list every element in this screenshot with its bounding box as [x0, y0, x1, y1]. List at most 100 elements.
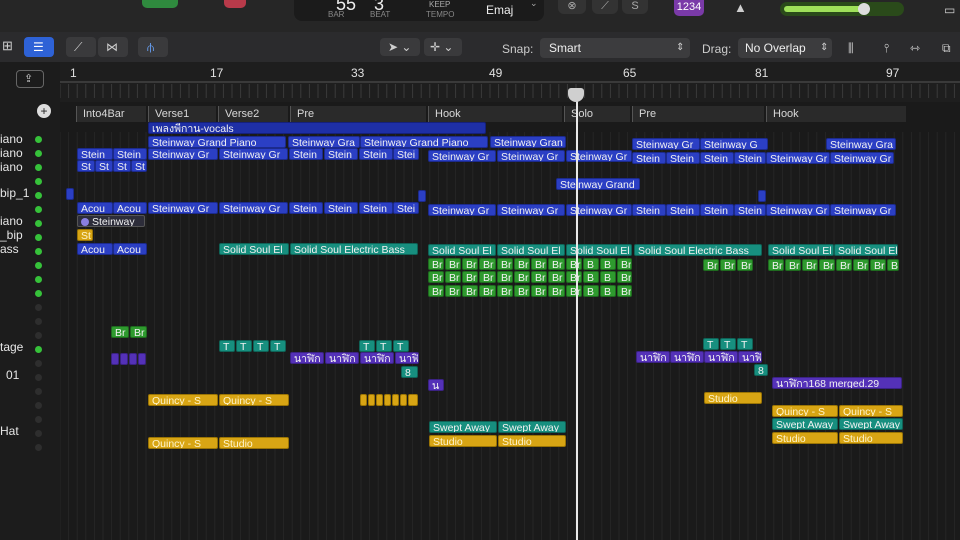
region-quincy-slice[interactable] — [408, 394, 418, 406]
region-piano[interactable]: Steinway Grand — [556, 178, 640, 190]
track-on-led[interactable] — [35, 206, 42, 213]
region-drum[interactable]: Br — [462, 271, 478, 283]
marker[interactable]: Hook — [428, 106, 562, 122]
list-view-button[interactable]: ☰ — [24, 37, 54, 57]
marquee-tool-button[interactable]: ✛ ⌄ — [424, 38, 462, 56]
key-value[interactable]: Emaj — [486, 3, 513, 17]
region-drum[interactable]: Br — [514, 258, 530, 270]
region-stage[interactable]: T — [720, 338, 736, 350]
flex-button[interactable]: ⋈ — [98, 37, 128, 57]
track-off-led[interactable] — [35, 444, 42, 451]
track-name[interactable]: iano — [0, 214, 23, 228]
track-on-led[interactable] — [35, 220, 42, 227]
region-piano[interactable]: Steinway Grand Piano — [148, 136, 286, 148]
region-bass[interactable]: Solid Soul Electric Bass — [634, 244, 762, 256]
tuner-button[interactable]: ⟋ — [592, 0, 618, 14]
volume-knob[interactable] — [858, 3, 870, 15]
marker[interactable]: Pre — [290, 106, 426, 122]
region-piano[interactable]: Steinway Gr — [830, 204, 896, 216]
region-piano[interactable]: St — [77, 160, 95, 172]
region-bass[interactable]: Solid Soul El — [768, 244, 834, 256]
track-off-led[interactable] — [35, 430, 42, 437]
region-clock[interactable]: น — [428, 379, 444, 391]
region-drum[interactable]: B — [583, 258, 599, 270]
region-swept[interactable]: Swept Away — [498, 421, 566, 433]
region-piano[interactable]: Stein — [324, 202, 358, 214]
region-piano[interactable]: St — [131, 160, 147, 172]
region-drum[interactable]: Br — [428, 258, 444, 270]
region-drum[interactable]: Br — [445, 271, 461, 283]
region-stage[interactable]: T — [359, 340, 375, 352]
region-bass[interactable]: Solid Soul El — [497, 244, 565, 256]
marker[interactable]: Solo — [564, 106, 630, 122]
tracks-area[interactable] — [60, 102, 960, 540]
track-on-led[interactable] — [35, 262, 42, 269]
region-bass[interactable]: Solid Soul El — [219, 243, 289, 255]
marker[interactable]: Pre — [632, 106, 764, 122]
region-swept[interactable]: Swept Away — [839, 418, 903, 430]
track-off-led[interactable] — [35, 374, 42, 381]
region-quincy[interactable]: Quincy - S — [839, 405, 903, 417]
track-off-led[interactable] — [35, 416, 42, 423]
region-drum[interactable]: Br — [819, 259, 835, 271]
region-drum[interactable]: Br — [130, 326, 147, 338]
region-drum[interactable]: Br — [566, 258, 582, 270]
region-piano[interactable]: Stein — [734, 152, 766, 164]
region-bip[interactable] — [66, 188, 74, 200]
region-stage[interactable]: T — [236, 340, 252, 352]
track-on-led[interactable] — [35, 178, 42, 185]
region-piano[interactable]: Stein — [289, 148, 323, 160]
region-drum[interactable]: B — [583, 285, 599, 297]
region-drum[interactable]: Br — [617, 285, 632, 297]
track-off-led[interactable] — [35, 318, 42, 325]
region-piano[interactable]: Stein — [359, 148, 393, 160]
region-drum[interactable]: B — [600, 258, 616, 270]
track-off-led[interactable] — [35, 304, 42, 311]
region-drum[interactable]: Br — [514, 271, 530, 283]
region-piano[interactable]: Stein — [289, 202, 323, 214]
grid-view-icon[interactable]: ⊞ — [2, 39, 13, 52]
region-piano[interactable]: Acou — [113, 202, 147, 214]
import-button[interactable]: ⇪ — [16, 70, 44, 88]
region-quincy-slice[interactable] — [384, 394, 391, 406]
add-track-button[interactable]: + — [37, 104, 51, 118]
region-piano[interactable]: Stein — [666, 152, 700, 164]
region-quincy-slice[interactable] — [368, 394, 375, 406]
region-piano[interactable]: Acou — [77, 202, 113, 214]
region-piano[interactable]: Stein — [734, 204, 766, 216]
marker[interactable]: Verse1 — [148, 106, 216, 122]
track-name[interactable]: Hat — [0, 424, 19, 438]
region-piano[interactable]: Stein — [632, 152, 666, 164]
track-name[interactable]: _bip — [0, 228, 23, 242]
region-swept[interactable]: Swept Away — [772, 418, 838, 430]
region-drum[interactable]: Br — [497, 271, 513, 283]
track-name[interactable]: tage — [0, 340, 23, 354]
region-piano[interactable]: Steinway Gr — [766, 204, 830, 216]
region-quincy-slice[interactable] — [392, 394, 399, 406]
bar-ruler[interactable] — [60, 62, 960, 102]
snap-select[interactable]: Smart ⇕ — [540, 38, 690, 58]
region-stage[interactable]: T — [219, 340, 235, 352]
region-piano[interactable]: Stein — [700, 204, 734, 216]
region-drum[interactable]: Br — [802, 259, 818, 271]
region-clock[interactable]: นาฬิก — [704, 351, 738, 363]
marker[interactable]: Into4Bar — [76, 106, 146, 122]
region-bass[interactable]: Acou — [77, 243, 113, 255]
region-piano[interactable]: Steinway Gr — [148, 202, 218, 214]
region-clock[interactable] — [111, 353, 119, 365]
region-stage[interactable]: T — [737, 338, 753, 350]
region-drum[interactable]: Br — [566, 285, 582, 297]
pointer-tool-button[interactable]: ➤ ⌄ — [380, 38, 420, 56]
vertical-zoom-icon[interactable]: ⫯ — [884, 42, 889, 54]
waveform-zoom-icon[interactable]: ⫼ — [848, 42, 854, 54]
region-drum[interactable]: Br — [617, 271, 632, 283]
region-bip[interactable] — [758, 190, 766, 202]
track-off-led[interactable] — [35, 360, 42, 367]
track-on-led[interactable] — [35, 276, 42, 283]
region-piano[interactable]: Steinway Gr — [428, 150, 496, 162]
region-merged[interactable]: นาฬิกา168 merged.29 — [772, 377, 902, 389]
region-clock[interactable]: นาฬิก — [670, 351, 704, 363]
region-piano[interactable]: Steinway Gr — [428, 204, 496, 216]
region-drum[interactable]: Br — [548, 258, 565, 270]
record-button[interactable] — [142, 0, 178, 8]
